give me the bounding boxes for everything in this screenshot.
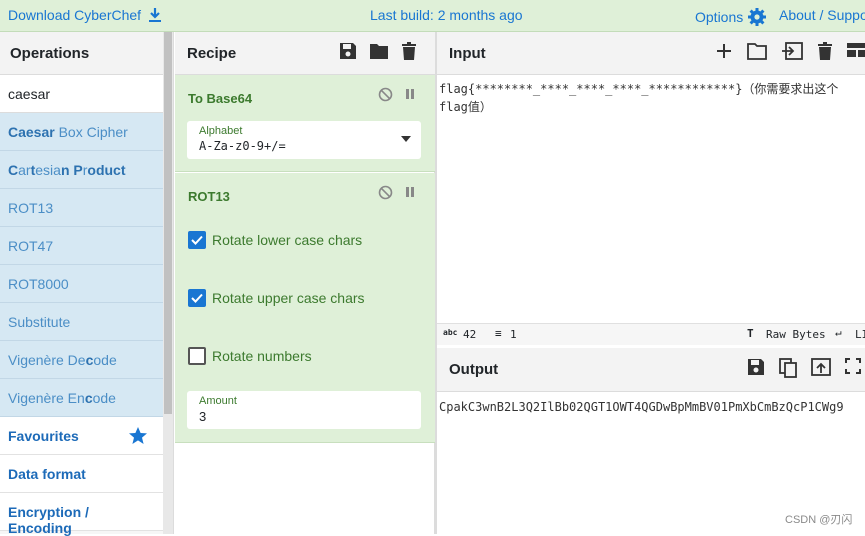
char-count-icon: abc bbox=[443, 328, 458, 337]
pause-icon[interactable] bbox=[405, 185, 415, 200]
operations-panel: Operations caesar Caesar Box Cipher Cart… bbox=[0, 32, 174, 536]
input-title: Input bbox=[449, 45, 486, 62]
checkbox-unchecked[interactable] bbox=[188, 347, 206, 365]
download-icon[interactable] bbox=[147, 7, 163, 23]
char-count: 42 bbox=[463, 328, 477, 341]
op-vigenere-decode[interactable]: Vigenère Decode bbox=[0, 341, 163, 379]
scrollbar-thumb[interactable] bbox=[164, 32, 172, 414]
amount-value[interactable]: 3 bbox=[199, 409, 206, 424]
operations-title: Operations bbox=[10, 45, 90, 62]
ingredient-to-base64[interactable]: To Base64 Alphabet A-Za-z0-9+/= bbox=[175, 75, 435, 172]
replace-input-icon[interactable] bbox=[811, 358, 831, 376]
disable-icon[interactable] bbox=[378, 87, 393, 102]
op-caesar-box-cipher[interactable]: Caesar Box Cipher bbox=[0, 113, 163, 151]
category-data-format[interactable]: Data format bbox=[0, 455, 163, 493]
open-file-icon[interactable] bbox=[781, 42, 803, 60]
watermark: CSDN @刃闪 bbox=[785, 514, 853, 526]
category-encryption-encoding[interactable]: Encryption / Encoding bbox=[0, 493, 163, 536]
recipe-header: Recipe bbox=[175, 32, 435, 75]
save-icon[interactable] bbox=[339, 42, 357, 60]
op-cartesian-product[interactable]: Cartesian Product bbox=[0, 151, 163, 189]
layout-icon[interactable] bbox=[847, 42, 865, 58]
save-icon[interactable] bbox=[747, 358, 765, 376]
add-icon[interactable] bbox=[715, 42, 733, 60]
ingredient-name: ROT13 bbox=[188, 189, 230, 204]
raw-bytes-label[interactable]: Raw Bytes bbox=[766, 328, 826, 341]
op-rot13[interactable]: ROT13 bbox=[0, 189, 163, 227]
output-panel: Output CpakC3wnB2L3Q2IlBb02QGT1OWT4QGDwB… bbox=[437, 348, 865, 534]
op-substitute[interactable]: Substitute bbox=[0, 303, 163, 341]
alphabet-value: A-Za-z0-9+/= bbox=[199, 139, 286, 153]
amount-input[interactable]: Amount 3 bbox=[187, 391, 421, 429]
input-panel: Input flag{********_****_****_****_*****… bbox=[437, 32, 865, 345]
output-title: Output bbox=[449, 361, 499, 378]
alphabet-label: Alphabet bbox=[199, 125, 243, 137]
trash-icon[interactable] bbox=[817, 42, 833, 60]
rotate-lower-checkbox[interactable]: Rotate lower case chars bbox=[188, 231, 362, 249]
check-icon bbox=[191, 293, 203, 303]
gear-icon[interactable] bbox=[747, 7, 767, 27]
top-bar: Download CyberChef Last build: 2 months … bbox=[0, 0, 865, 32]
folder-icon[interactable] bbox=[369, 42, 389, 60]
rotate-upper-checkbox[interactable]: Rotate upper case chars bbox=[188, 289, 365, 307]
eol-icon: ↵ bbox=[835, 326, 842, 339]
input-textarea[interactable]: flag{********_****_****_****_***********… bbox=[439, 80, 863, 116]
check-icon bbox=[191, 235, 203, 245]
options-link[interactable]: Options bbox=[695, 7, 767, 27]
open-folder-icon[interactable] bbox=[747, 42, 767, 60]
alphabet-select[interactable]: Alphabet A-Za-z0-9+/= bbox=[187, 121, 421, 159]
trash-icon[interactable] bbox=[401, 42, 417, 60]
output-text[interactable]: CpakC3wnB2L3Q2IlBb02QGT1OWT4QGDwBpMmBV01… bbox=[439, 400, 863, 414]
output-header: Output bbox=[437, 348, 865, 392]
ingredient-rot13[interactable]: ROT13 Rotate lower case chars Rotate upp… bbox=[175, 173, 435, 443]
category-favourites[interactable]: Favourites bbox=[0, 417, 163, 455]
input-header: Input bbox=[437, 32, 865, 75]
disable-icon[interactable] bbox=[378, 185, 393, 200]
ingredient-name: To Base64 bbox=[188, 91, 253, 106]
pause-icon[interactable] bbox=[405, 87, 415, 102]
download-link[interactable]: Download CyberChef bbox=[8, 7, 163, 23]
recipe-panel: Recipe To Base64 Alphabet A-Za-z0-9+/= R… bbox=[175, 32, 435, 534]
maximise-icon[interactable] bbox=[845, 358, 861, 374]
checkbox-checked[interactable] bbox=[188, 289, 206, 307]
operations-scrollbar[interactable] bbox=[163, 32, 173, 534]
line-count-icon: ≡ bbox=[495, 327, 502, 340]
op-rot47[interactable]: ROT47 bbox=[0, 227, 163, 265]
star-icon[interactable] bbox=[128, 426, 148, 446]
options-label[interactable]: Options bbox=[695, 9, 743, 25]
rotate-numbers-checkbox[interactable]: Rotate numbers bbox=[188, 347, 312, 365]
op-rot8000[interactable]: ROT8000 bbox=[0, 265, 163, 303]
recipe-title: Recipe bbox=[187, 45, 237, 62]
about-link[interactable]: About / Suppo bbox=[779, 7, 865, 23]
text-encoding-icon: T bbox=[747, 327, 754, 340]
checkbox-checked[interactable] bbox=[188, 231, 206, 249]
copy-icon[interactable] bbox=[779, 358, 797, 378]
operations-header: Operations bbox=[0, 32, 163, 75]
chevron-down-icon[interactable] bbox=[401, 136, 411, 142]
download-label[interactable]: Download CyberChef bbox=[8, 7, 141, 23]
input-status-bar: abc 42 ≡ 1 T Raw Bytes ↵ LI bbox=[437, 323, 865, 345]
op-vigenere-encode[interactable]: Vigenère Encode bbox=[0, 379, 163, 417]
amount-label: Amount bbox=[199, 395, 237, 407]
last-build-text: Last build: 2 months ago bbox=[370, 7, 523, 23]
operations-list: Caesar Box Cipher Cartesian Product ROT1… bbox=[0, 113, 163, 536]
eol-label[interactable]: LI bbox=[855, 328, 865, 341]
operations-search-input[interactable]: caesar bbox=[0, 75, 163, 113]
line-count: 1 bbox=[510, 328, 517, 341]
